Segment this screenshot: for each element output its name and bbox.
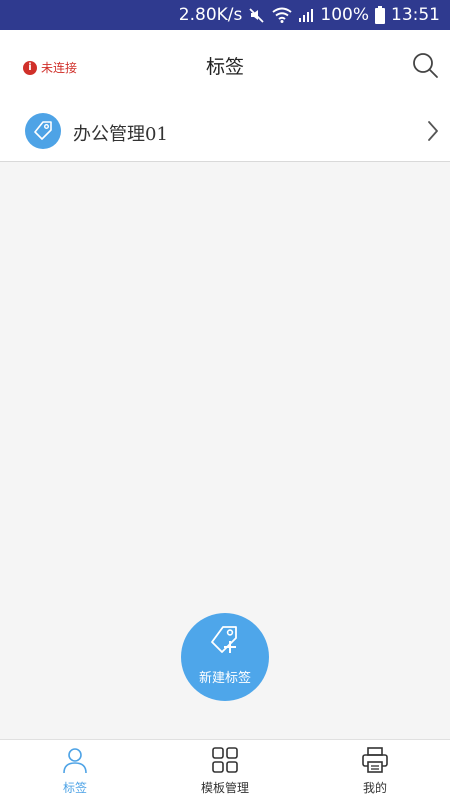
printer-icon [362,747,388,773]
search-icon [413,53,438,78]
grid-icon [212,747,238,773]
tab-mine[interactable]: 我的 [300,740,450,801]
battery-percent: 100% [320,5,369,25]
list-item-label: 办公管理01 [73,124,168,145]
signal-icon [298,8,314,22]
bottom-nav: 标签 模板管理 我的 [0,739,450,801]
tag-plus-icon [207,623,243,661]
app-header: i 未连接 标签 [0,30,450,101]
page-title: 标签 [205,56,244,78]
battery-icon [375,6,385,24]
tab-template-management-label: 模板管理 [200,781,249,795]
tag-icon [25,113,61,149]
network-speed: 2.80K/s [178,5,243,25]
tab-template-management[interactable]: 模板管理 [150,740,300,801]
clock: 13:51 [391,5,440,25]
new-tag-button[interactable]: 新建标签 [181,613,269,701]
mute-icon [248,6,266,24]
status-bar: 2.80K/s 100% 13:51 [0,0,450,30]
tab-tags-label: 标签 [62,781,87,795]
search-button[interactable] [410,50,440,80]
new-tag-label: 新建标签 [198,670,251,686]
chevron-right-icon [426,120,440,146]
list-item[interactable]: 办公管理01 [0,100,450,162]
tab-mine-label: 我的 [362,781,387,795]
wifi-icon [272,7,293,23]
person-icon [63,748,87,774]
tab-tags[interactable]: 标签 [0,740,150,801]
